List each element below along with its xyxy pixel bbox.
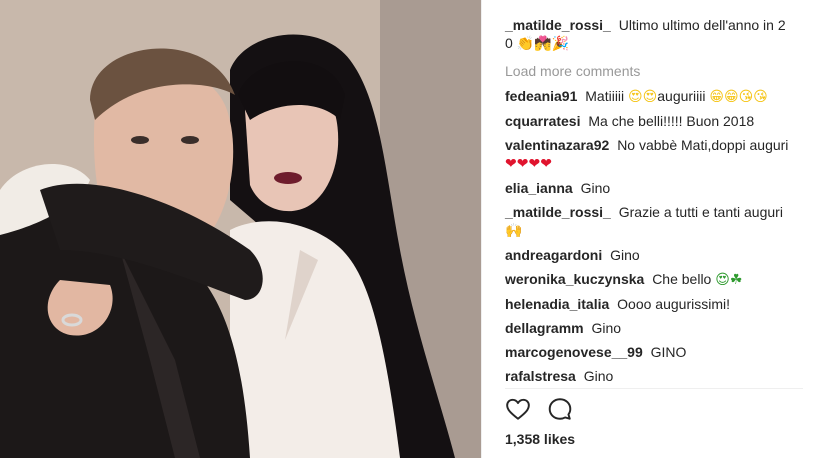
comment-username[interactable]: fedeania91 <box>505 88 577 104</box>
comment-text: No vabbè Mati,doppi auguri <box>617 137 789 153</box>
heart-outline-icon[interactable] <box>505 396 531 422</box>
comment-item: andreagardoni Gino <box>505 246 815 264</box>
comment-text: Gino <box>580 180 611 196</box>
speech-bubble-icon[interactable] <box>547 396 573 422</box>
comment-text-2: auguriiii <box>657 88 706 104</box>
comment-text: Matiiiii <box>585 88 625 104</box>
comment-text: Grazie a tutti e tanti auguri <box>618 204 783 220</box>
comment-item: fedeania91 Matiiiii 😍😍auguriiii 😁😁😘😘 <box>505 87 815 106</box>
caption-emojis: 👏💏🎉 <box>516 36 569 52</box>
comment-item: marcogenovese__99 GINO <box>505 343 815 361</box>
comment-text: Ma che belli!!!!! Buon 2018 <box>588 113 755 129</box>
comment-username[interactable]: elia_ianna <box>505 180 573 196</box>
comment-text: GINO <box>650 344 687 360</box>
comment-text: Gino <box>610 247 640 263</box>
comment-username[interactable]: cquarratesi <box>505 113 580 129</box>
comment-item: dellagramm Gino <box>505 319 815 337</box>
comment-emojis-2: 😁😁😘😘 <box>709 89 768 105</box>
caption-username[interactable]: _matilde_rossi_ <box>505 17 611 33</box>
load-more-comments-link[interactable]: Load more comments <box>505 62 815 80</box>
comment-emojis: 😍😍 <box>628 89 658 105</box>
comment-list: _matilde_rossi_ Ultimo ultimo dell'anno … <box>505 0 815 385</box>
comment-emojis: 😍☘ <box>715 272 743 288</box>
comment-item: elia_ianna Gino <box>505 179 815 197</box>
comment-text: Gino <box>591 320 622 336</box>
comment-item: weronika_kuczynska Che bello 😍☘ <box>505 270 815 289</box>
caption-text: Ultimo ultimo dell'anno in 2 <box>618 17 786 33</box>
post-photo[interactable] <box>0 0 481 458</box>
comment-emojis: ❤❤❤❤ <box>505 156 552 172</box>
photo-illustration <box>0 0 481 458</box>
comment-text: Gino <box>583 368 614 384</box>
comment-emojis: 🙌 <box>505 223 523 239</box>
comment-username[interactable]: andreagardoni <box>505 247 602 263</box>
comment-item: helenadia_italia Oooo augurissimi! <box>505 295 815 313</box>
caption: _matilde_rossi_ Ultimo ultimo dell'anno … <box>505 16 815 53</box>
actions-divider <box>505 388 803 389</box>
comment-username[interactable]: _matilde_rossi_ <box>505 204 611 220</box>
comment-item: rafalstresa Gino <box>505 367 815 385</box>
likes-count[interactable]: 1,358 likes <box>505 431 575 447</box>
comment-username[interactable]: dellagramm <box>505 320 584 336</box>
post-view: _matilde_rossi_ Ultimo ultimo dell'anno … <box>0 0 815 458</box>
comment-username[interactable]: weronika_kuczynska <box>505 271 644 287</box>
comments-panel: _matilde_rossi_ Ultimo ultimo dell'anno … <box>482 0 815 458</box>
comment-text: Oooo augurissimi! <box>617 296 730 312</box>
comment-username[interactable]: valentinazara92 <box>505 137 609 153</box>
comment-item: _matilde_rossi_ Grazie a tutti e tanti a… <box>505 203 815 240</box>
comment-username[interactable]: helenadia_italia <box>505 296 609 312</box>
comment-item: cquarratesi Ma che belli!!!!! Buon 2018 <box>505 112 815 130</box>
comment-username[interactable]: marcogenovese__99 <box>505 344 643 360</box>
comment-text: Che bello <box>652 271 712 287</box>
comment-username[interactable]: rafalstresa <box>505 368 576 384</box>
caption-text-line2: 0 <box>505 35 513 51</box>
post-actions <box>505 396 573 422</box>
comment-item: valentinazara92 No vabbè Mati,doppi augu… <box>505 136 815 173</box>
